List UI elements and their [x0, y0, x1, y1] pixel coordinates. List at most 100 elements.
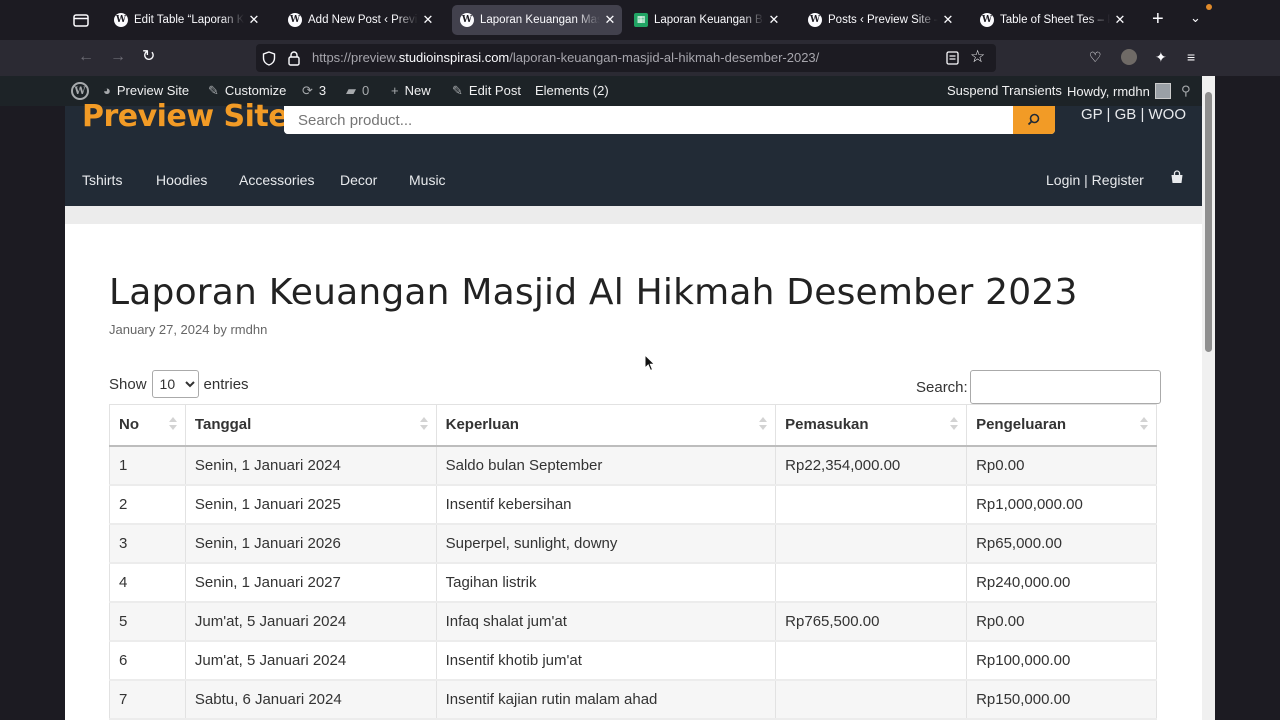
table-length-control: Show 10 entries [109, 370, 249, 398]
close-tab-icon[interactable]: ✕ [244, 12, 264, 28]
wordpress-icon: W [460, 13, 474, 27]
cell-tanggal: Jum'at, 5 Januari 2024 [184, 640, 437, 681]
back-arrow-icon[interactable]: ← [78, 48, 94, 66]
product-search-form [284, 106, 1055, 134]
admin-search-icon[interactable]: ⚲ [1181, 83, 1191, 99]
admin-edit-post-label: Edit Post [468, 83, 521, 98]
browser-tab-2[interactable]: W Add New Post ‹ Preview Site ✕ [280, 5, 440, 35]
cell-keperluan: Tagihan listrik [435, 562, 777, 603]
url-prefix: https://preview. [312, 50, 399, 65]
account-avatar[interactable] [1121, 49, 1137, 65]
cell-pengeluaran: Rp150,000.00 [966, 679, 1157, 720]
bookmark-star-icon[interactable]: ☆ [970, 47, 985, 67]
admin-elements[interactable]: Elements (2) [535, 83, 609, 98]
post-date[interactable]: January 27, 2024 [109, 322, 209, 337]
notification-dot [1206, 4, 1212, 10]
admin-howdy[interactable]: Howdy, rmdhn [1067, 83, 1171, 99]
wordpress-logo-icon[interactable]: W [71, 82, 89, 100]
header-links[interactable]: GP | GB | WOO [1081, 106, 1186, 123]
wordpress-icon: W [980, 13, 994, 27]
column-header-tanggal[interactable]: Tanggal [184, 404, 437, 447]
tracking-protection-shield-icon[interactable] [262, 51, 276, 66]
address-bar[interactable]: https://preview.studioinspirasi.com/lapo… [256, 44, 996, 72]
login-register-link[interactable]: Login | Register [1046, 172, 1144, 188]
reader-view-icon[interactable] [946, 51, 959, 65]
menu-item-music[interactable]: Music [409, 172, 446, 188]
sheets-icon: ▦ [634, 13, 648, 27]
list-all-tabs-chevron-icon[interactable]: ⌄ [1190, 10, 1201, 26]
menu-item-hoodies[interactable]: Hoodies [156, 172, 207, 188]
paintbrush-icon: ✎ [208, 83, 219, 98]
cell-pengeluaran: Rp0.00 [966, 601, 1157, 642]
post-by: by [213, 322, 227, 337]
extensions-puzzle-icon[interactable]: ✦ [1155, 49, 1167, 65]
sort-arrows-icon [759, 417, 768, 431]
comments-count: 0 [362, 83, 370, 98]
show-label: Show [109, 375, 147, 393]
cell-no: 3 [109, 523, 186, 564]
page-scrollbar-thumb[interactable] [1205, 92, 1212, 352]
admin-edit-post[interactable]: ✎ Edit Post [452, 83, 521, 99]
browser-tab-1[interactable]: W Edit Table “Laporan Keuangan ✕ [106, 5, 266, 35]
entries-label: entries [203, 375, 249, 393]
post-meta: January 27, 2024 by rmdhn [109, 322, 267, 337]
menu-item-decor[interactable]: Decor [340, 172, 377, 188]
page-length-select[interactable]: 10 [151, 370, 199, 398]
shopping-bag-icon[interactable] [1170, 170, 1184, 184]
site-header: Preview Site GP | GB | WOO Tshirts Hoodi… [65, 99, 1202, 206]
left-window-gutter [0, 106, 65, 720]
close-tab-icon[interactable]: ✕ [764, 12, 784, 28]
post-title: Laporan Keuangan Masjid Al Hikmah Desemb… [109, 272, 1078, 313]
updates-refresh-icon: ⟳ [302, 83, 313, 98]
lock-icon[interactable] [288, 51, 300, 66]
cell-keperluan: Insentif kajian rutin malam ahad [435, 679, 777, 720]
tab-title: Add New Post ‹ Preview Site [308, 14, 418, 26]
close-tab-icon[interactable]: ✕ [600, 12, 620, 28]
cell-no: 1 [109, 445, 186, 486]
browser-tab-5[interactable]: W Posts ‹ Preview Site — WordPress ✕ [800, 5, 960, 35]
column-header-pengeluaran[interactable]: Pengeluaran [966, 404, 1157, 447]
browser-tab-3-active[interactable]: W Laporan Keuangan Masjid Al Hikmah ✕ [452, 5, 622, 35]
new-tab-button[interactable]: + [1152, 9, 1164, 29]
search-button[interactable] [1013, 106, 1055, 134]
reload-icon[interactable]: ↻ [142, 48, 155, 66]
admin-comments[interactable]: ▰ 0 [346, 83, 369, 99]
forward-arrow-icon[interactable]: → [110, 48, 126, 66]
site-title[interactable]: Preview Site [82, 99, 289, 134]
sort-arrows-icon [168, 417, 177, 431]
column-header-pemasukan[interactable]: Pemasukan [775, 404, 968, 447]
cell-keperluan: Saldo bulan September [435, 445, 777, 486]
close-tab-icon[interactable]: ✕ [418, 12, 438, 28]
menu-item-accessories[interactable]: Accessories [239, 172, 314, 188]
tab-overview-icon[interactable] [72, 11, 90, 29]
admin-new[interactable]: + New [391, 83, 431, 98]
admin-site-name[interactable]: ◕ Preview Site [103, 83, 189, 98]
browser-tab-4[interactable]: ▦ Laporan Keuangan Bulanan ✕ [626, 5, 786, 35]
column-header-no[interactable]: No [109, 404, 186, 447]
admin-suspend-transients[interactable]: Suspend Transients [947, 83, 1062, 98]
cell-pengeluaran: Rp240,000.00 [966, 562, 1157, 603]
close-tab-icon[interactable]: ✕ [938, 12, 958, 28]
product-search-input[interactable] [284, 106, 1013, 134]
cell-pemasukan: Rp22,354,000.00 [775, 445, 968, 486]
pocket-icon[interactable]: ♡ [1089, 49, 1102, 65]
hamburger-menu-icon[interactable]: ≡ [1187, 49, 1195, 65]
cell-keperluan: Infaq shalat jum'at [435, 601, 777, 642]
column-header-keperluan[interactable]: Keperluan [435, 404, 777, 447]
table-search-input[interactable] [969, 370, 1161, 404]
close-tab-icon[interactable]: ✕ [1110, 12, 1130, 28]
post-author[interactable]: rmdhn [230, 322, 267, 337]
cell-keperluan: Insentif kebersihan [435, 484, 777, 525]
admin-updates[interactable]: ⟳ 3 [302, 83, 326, 99]
admin-customize[interactable]: ✎ Customize [208, 83, 286, 99]
url-text[interactable]: https://preview.studioinspirasi.com/lapo… [312, 50, 819, 65]
table-row: 7 Sabtu, 6 Januari 2024 Insentif kajian … [109, 679, 1157, 720]
plus-icon: + [391, 83, 399, 98]
table-row: 6 Jum'at, 5 Januari 2024 Insentif khotib… [109, 640, 1157, 681]
cell-pemasukan [775, 679, 968, 720]
menu-item-tshirts[interactable]: Tshirts [82, 172, 122, 188]
cell-pengeluaran: Rp0.00 [966, 445, 1157, 486]
browser-tab-6[interactable]: W Table of Sheet Tes – Preview ✕ [972, 5, 1132, 35]
cell-tanggal: Senin, 1 Januari 2024 [184, 445, 437, 486]
cell-tanggal: Jum'at, 5 Januari 2024 [184, 601, 437, 642]
